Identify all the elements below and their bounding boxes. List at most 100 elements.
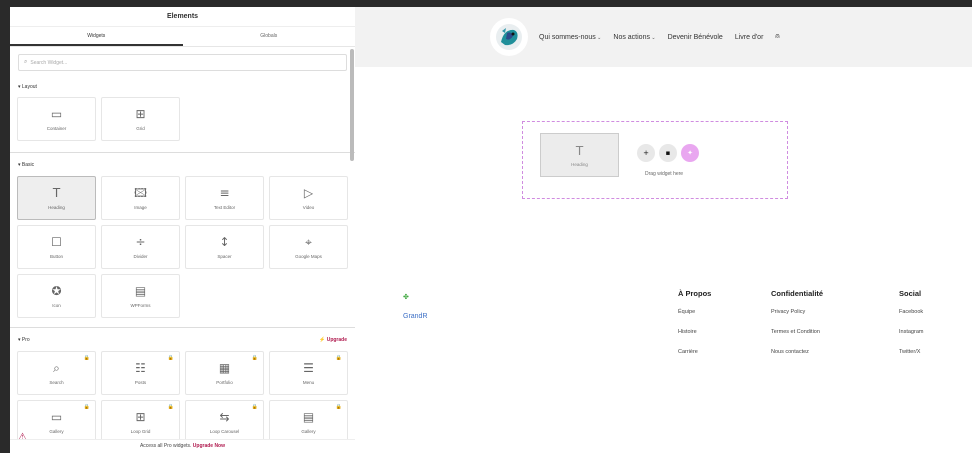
nav-item-devenir-b-n-vole[interactable]: Devenir Bénévole <box>668 34 723 41</box>
widget-gallery[interactable]: ▤ Gallery 🔒 <box>269 400 348 444</box>
template-library-button[interactable]: ▪ <box>659 144 677 162</box>
upgrade-link[interactable]: ⚡ Upgrade <box>319 337 347 343</box>
drop-actions: + ▪ ✦ <box>637 144 699 162</box>
footer-link[interactable]: Instagram <box>899 329 923 335</box>
widget-label: Button <box>49 254 63 259</box>
widget-label: Video <box>302 205 315 210</box>
widget-label: Google Maps <box>295 254 322 259</box>
footer-link[interactable]: Privacy Policy <box>771 309 823 315</box>
widget-image[interactable]: 🖾 Image <box>101 176 180 220</box>
widget-icon[interactable]: ✪ Icon <box>17 274 96 318</box>
footer-brand-link[interactable]: GrandR <box>403 313 428 320</box>
upgrade-now-link[interactable]: Upgrade Now <box>193 443 225 449</box>
footer-link[interactable]: Termes et Condition <box>771 329 823 335</box>
main-nav: Qui sommes-nous ⌄ Nos actions ⌄ Devenir Bé… <box>539 33 780 41</box>
section-basic-label: ▾ Basic <box>18 162 35 168</box>
heading-icon: T <box>52 186 61 200</box>
widget-label: Posts <box>134 380 147 385</box>
nav-item-label: Qui sommes-nous <box>539 33 596 41</box>
footer-link[interactable]: Équipe <box>678 309 711 315</box>
widget-label: Image <box>134 205 147 210</box>
footer-col-confidentialite: Confidentialité Privacy Policy Termes et… <box>771 289 823 369</box>
widget-posts[interactable]: ☷ Posts 🔒 <box>101 351 180 395</box>
widget-label: Text Editor <box>213 205 236 210</box>
video-icon: ▷ <box>303 186 314 200</box>
gallery-icon: ▤ <box>302 410 315 424</box>
widget-label: Search <box>49 380 64 385</box>
widget-label: Divider <box>133 254 148 259</box>
add-section-button[interactable]: + <box>637 144 655 162</box>
search-widget-input[interactable]: ⌕ Search Widget... <box>18 54 347 71</box>
widget-label: Loop Carousel <box>209 429 240 434</box>
nav-item-livre-d-or[interactable]: Livre d'or <box>735 34 764 41</box>
tab-globals[interactable]: Globals <box>183 27 356 46</box>
site-logo[interactable] <box>490 18 528 56</box>
footer-link[interactable]: Carrière <box>678 349 711 355</box>
menu-icon: ☰ <box>303 361 314 375</box>
widget-label: Spacer <box>217 254 232 259</box>
widget-google-maps[interactable]: ⌖ Google Maps <box>269 225 348 269</box>
dragged-heading-widget[interactable]: T Heading <box>540 133 619 177</box>
ai-button[interactable]: ✦ <box>681 144 699 162</box>
lock-icon: 🔒 <box>83 355 90 361</box>
container-icon: ▭ <box>50 107 63 121</box>
section-layout-header[interactable]: ▾ Layout <box>18 81 347 93</box>
widget-portfolio[interactable]: ▦ Portfolio 🔒 <box>185 351 264 395</box>
site-header: Qui sommes-nous ⌄ Nos actions ⌄ Devenir Bé… <box>355 7 972 67</box>
widget-grid[interactable]: ⊞ Grid <box>101 97 180 141</box>
footer-link[interactable]: Histoire <box>678 329 711 335</box>
pro-upsell-bar: Access all Pro widgets. Upgrade Now <box>10 439 355 453</box>
widget-button[interactable]: ☐ Button <box>17 225 96 269</box>
footer-col-apropos: À Propos Équipe Histoire Carrière <box>678 289 711 369</box>
user-account-icon[interactable]: ⍝ <box>775 33 779 41</box>
widget-label: Grid <box>136 126 145 131</box>
chevron-down-icon: ⌄ <box>595 34 602 41</box>
loop-grid-icon: ⊞ <box>135 410 146 424</box>
nav-item-label: Nos actions <box>613 33 650 41</box>
widget-drop-zone[interactable]: T Heading + ▪ ✦ Drag widget here <box>522 121 788 199</box>
widget-label: Container <box>46 126 67 131</box>
section-basic-header[interactable]: ▾ Basic <box>18 159 347 171</box>
wpforms-icon: ▤ <box>134 284 147 298</box>
elements-panel: Elements Widgets Globals ⌕ Search Widget… <box>10 7 355 453</box>
widget-label: Icon <box>52 303 61 308</box>
nav-item-label: Livre d'or <box>734 33 764 41</box>
widget-loop-grid[interactable]: ⊞ Loop Grid 🔒 <box>101 400 180 444</box>
footer-link[interactable]: Nous contactez <box>771 349 823 355</box>
tab-widgets[interactable]: Widgets <box>10 27 183 46</box>
logo-mascot-icon <box>496 24 522 50</box>
drag-hint: Drag widget here <box>645 171 684 177</box>
heading-icon: T <box>575 143 584 158</box>
layout-widget-grid: ▭ Container ⊞ Grid <box>17 97 348 141</box>
nav-item-nos-actions[interactable]: Nos actions ⌄ <box>613 34 655 41</box>
widget-label: WPForms <box>130 303 151 308</box>
footer-link[interactable]: Twitter/X <box>899 349 923 355</box>
footer-link[interactable]: Facebook <box>899 309 923 315</box>
search-placeholder: Search Widget... <box>30 59 68 66</box>
widget-menu[interactable]: ☰ Menu 🔒 <box>269 351 348 395</box>
portfolio-icon: ▦ <box>218 361 231 375</box>
widget-text-editor[interactable]: ≡ Text Editor <box>185 176 264 220</box>
nav-item-qui-sommes-nous[interactable]: Qui sommes-nous ⌄ <box>539 34 601 41</box>
widget-heading[interactable]: T Heading <box>17 176 96 220</box>
basic-widget-grid: T Heading 🖾 Image ≡ Text Editor ▷ Video ☐ Button ÷… <box>17 176 348 318</box>
section-pro-header[interactable]: ▾ Pro ⚡ Upgrade <box>18 334 347 346</box>
upsell-text: Access all Pro widgets. <box>139 443 192 449</box>
widget-video[interactable]: ▷ Video <box>269 176 348 220</box>
widget-divider[interactable]: ÷ Divider <box>101 225 180 269</box>
widget-gallery[interactable]: ▭ Gallery 🔒 <box>17 400 96 444</box>
section-layout-label: ▾ Layout <box>18 84 37 90</box>
lock-icon: 🔒 <box>83 404 90 410</box>
widget-label: Menu <box>302 380 315 385</box>
lock-icon: 🔒 <box>167 404 174 410</box>
lock-icon: 🔒 <box>167 355 174 361</box>
widget-search[interactable]: ⌕ Search 🔒 <box>17 351 96 395</box>
panel-scrollbar[interactable] <box>350 49 354 161</box>
widget-loop-carousel[interactable]: ⇆ Loop Carousel 🔒 <box>185 400 264 444</box>
widget-spacer[interactable]: ↕ Spacer <box>185 225 264 269</box>
widget-wpforms[interactable]: ▤ WPForms <box>101 274 180 318</box>
image-icon: 🖾 <box>133 186 148 200</box>
widget-container[interactable]: ▭ Container <box>17 97 96 141</box>
chevron-down-icon: ⌄ <box>649 34 656 41</box>
lock-icon: 🔒 <box>251 355 258 361</box>
